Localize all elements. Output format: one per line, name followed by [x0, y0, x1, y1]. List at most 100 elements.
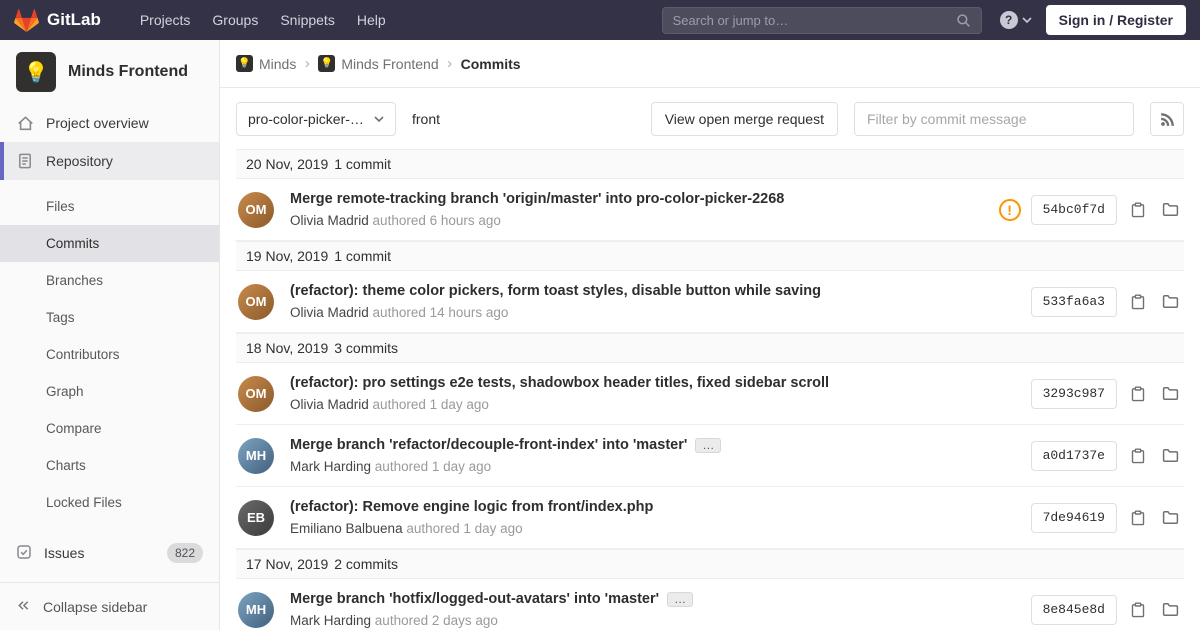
search-icon [956, 13, 970, 27]
commit-author-link[interactable]: Olivia Madrid [290, 305, 369, 320]
commit-author-link[interactable]: Mark Harding [290, 613, 371, 628]
nav-item-groups[interactable]: Groups [201, 0, 269, 40]
commit-date-header: 18 Nov, 2019 3 commits [236, 333, 1184, 363]
commit-meta: Emiliano Balbuena authored 1 day ago [290, 521, 1015, 536]
breadcrumb-label: Commits [460, 55, 521, 72]
commit-info: Merge branch 'refactor/decouple-front-in… [290, 437, 1015, 474]
branch-selector-dropdown[interactable]: pro-color-picker-… [236, 102, 396, 136]
clipboard-icon [1131, 602, 1145, 617]
copy-sha-button[interactable] [1127, 599, 1149, 621]
commit-title-link[interactable]: Merge remote-tracking branch 'origin/mas… [290, 191, 784, 207]
author-avatar[interactable]: MH [238, 591, 274, 628]
commit-date: 19 Nov, 2019 [246, 248, 329, 264]
commit-filter-input[interactable] [854, 102, 1134, 136]
commit-info: Merge branch 'hotfix/logged-out-avatars'… [290, 591, 1015, 628]
commit-actions: 8e845e8d [1030, 594, 1182, 625]
commits-feed-button[interactable] [1150, 102, 1184, 136]
commit-author-link[interactable]: Olivia Madrid [290, 397, 369, 412]
sidebar-item-label: Issues [44, 545, 85, 561]
browse-files-button[interactable] [1159, 382, 1182, 405]
copy-sha-button[interactable] [1127, 291, 1149, 313]
breadcrumb-item-minds[interactable]: 💡 Minds [236, 55, 296, 72]
global-search-box[interactable] [661, 6, 982, 34]
project-sidebar: 💡 Minds Frontend Project overview Reposi… [0, 40, 220, 630]
sidebar-item-project-overview[interactable]: Project overview [0, 104, 219, 142]
author-avatar[interactable]: OM [238, 375, 274, 412]
breadcrumb-item-commits: Commits [461, 56, 521, 72]
global-search-input[interactable] [672, 12, 956, 28]
commit-count: 1 commit [334, 248, 392, 264]
sidebar-subitem-commits[interactable]: Commits [0, 225, 219, 262]
sidebar-item-repository[interactable]: Repository [0, 142, 219, 180]
copy-sha-button[interactable] [1127, 199, 1149, 221]
gitlab-logo-text: GitLab [47, 10, 101, 29]
project-context-header[interactable]: 💡 Minds Frontend [0, 40, 219, 104]
chevron-down-icon [1022, 16, 1032, 23]
commit-count: 1 commit [334, 156, 392, 172]
commit-date-header: 20 Nov, 2019 1 commit [236, 149, 1184, 179]
commit-info: (refactor): theme color pickers, form to… [290, 283, 1015, 320]
author-avatar[interactable]: MH [238, 437, 274, 474]
sidebar-subitem-tags[interactable]: Tags [0, 299, 219, 336]
breadcrumb-item-minds-frontend[interactable]: 💡 Minds Frontend [318, 55, 439, 72]
commit-sha[interactable]: a0d1737e [1030, 440, 1117, 471]
project-avatar: 💡 [16, 52, 56, 92]
sidebar-subitem-charts[interactable]: Charts [0, 447, 219, 484]
commit-author-link[interactable]: Emiliano Balbuena [290, 521, 403, 536]
breadcrumb-label: Minds [259, 55, 297, 72]
pipeline-warning-icon[interactable]: ! [998, 198, 1021, 221]
folder-icon [1162, 449, 1179, 462]
browse-files-button[interactable] [1159, 506, 1182, 529]
author-avatar[interactable]: EB [238, 499, 274, 536]
nav-item-snippets[interactable]: Snippets [269, 0, 345, 40]
sign-in-register-button[interactable]: Sign in / Register [1045, 5, 1186, 35]
help-menu[interactable]: ? [999, 11, 1032, 29]
copy-sha-button[interactable] [1127, 507, 1149, 529]
copy-sha-button[interactable] [1127, 445, 1149, 467]
commit-title-link[interactable]: (refactor): Remove engine logic from fro… [290, 499, 653, 515]
sidebar-subitem-files[interactable]: Files [0, 188, 219, 225]
commit-actions: ! 54bc0f7d [998, 194, 1182, 225]
commit-sha[interactable]: 8e845e8d [1030, 594, 1117, 625]
commit-info: (refactor): Remove engine logic from fro… [290, 499, 1015, 536]
folder-icon [1162, 511, 1179, 524]
nav-item-projects[interactable]: Projects [129, 0, 202, 40]
view-open-merge-request-button[interactable]: View open merge request [650, 102, 838, 136]
commit-sha[interactable]: 533fa6a3 [1030, 286, 1117, 317]
commit-meta: Olivia Madrid authored 6 hours ago [290, 213, 983, 228]
commit-author-link[interactable]: Mark Harding [290, 459, 371, 474]
author-avatar[interactable]: OM [238, 283, 274, 320]
sidebar-subitem-contributors[interactable]: Contributors [0, 336, 219, 373]
nav-item-help[interactable]: Help [346, 0, 397, 40]
chevron-down-icon [374, 115, 384, 122]
collapse-sidebar-button[interactable]: Collapse sidebar [0, 582, 219, 630]
gitlab-logo[interactable]: GitLab [14, 8, 101, 32]
browse-files-button[interactable] [1159, 444, 1182, 467]
sidebar-subitem-compare[interactable]: Compare [0, 410, 219, 447]
commit-date: 18 Nov, 2019 [246, 340, 329, 356]
commit-count: 2 commits [334, 556, 399, 572]
toggle-commit-description-button[interactable]: … [695, 437, 722, 453]
copy-sha-button[interactable] [1127, 383, 1149, 405]
commit-title-link[interactable]: Merge branch 'hotfix/logged-out-avatars'… [290, 591, 659, 607]
commit-row: EB (refactor): Remove engine logic from … [236, 487, 1184, 549]
commit-title-link[interactable]: (refactor): theme color pickers, form to… [290, 283, 821, 299]
browse-files-button[interactable] [1159, 290, 1182, 313]
author-avatar[interactable]: OM [238, 191, 274, 228]
commit-title-link[interactable]: (refactor): pro settings e2e tests, shad… [290, 375, 829, 391]
browse-files-button[interactable] [1159, 598, 1182, 621]
commit-title-link[interactable]: Merge branch 'refactor/decouple-front-in… [290, 437, 687, 453]
sidebar-subitem-graph[interactable]: Graph [0, 373, 219, 410]
sidebar-subitem-locked-files[interactable]: Locked Files [0, 484, 219, 521]
sidebar-item-issues[interactable]: Issues 822 [0, 533, 219, 573]
sidebar-subitem-branches[interactable]: Branches [0, 262, 219, 299]
commit-count: 3 commits [334, 340, 399, 356]
commit-author-link[interactable]: Olivia Madrid [290, 213, 369, 228]
commit-sha[interactable]: 7de94619 [1030, 502, 1117, 533]
toggle-commit-description-button[interactable]: … [667, 591, 694, 607]
commit-sha[interactable]: 3293c987 [1030, 378, 1117, 409]
browse-files-button[interactable] [1159, 198, 1182, 221]
folder-icon [1162, 203, 1179, 216]
commit-sha[interactable]: 54bc0f7d [1030, 194, 1117, 225]
commit-actions: 3293c987 [1030, 378, 1182, 409]
